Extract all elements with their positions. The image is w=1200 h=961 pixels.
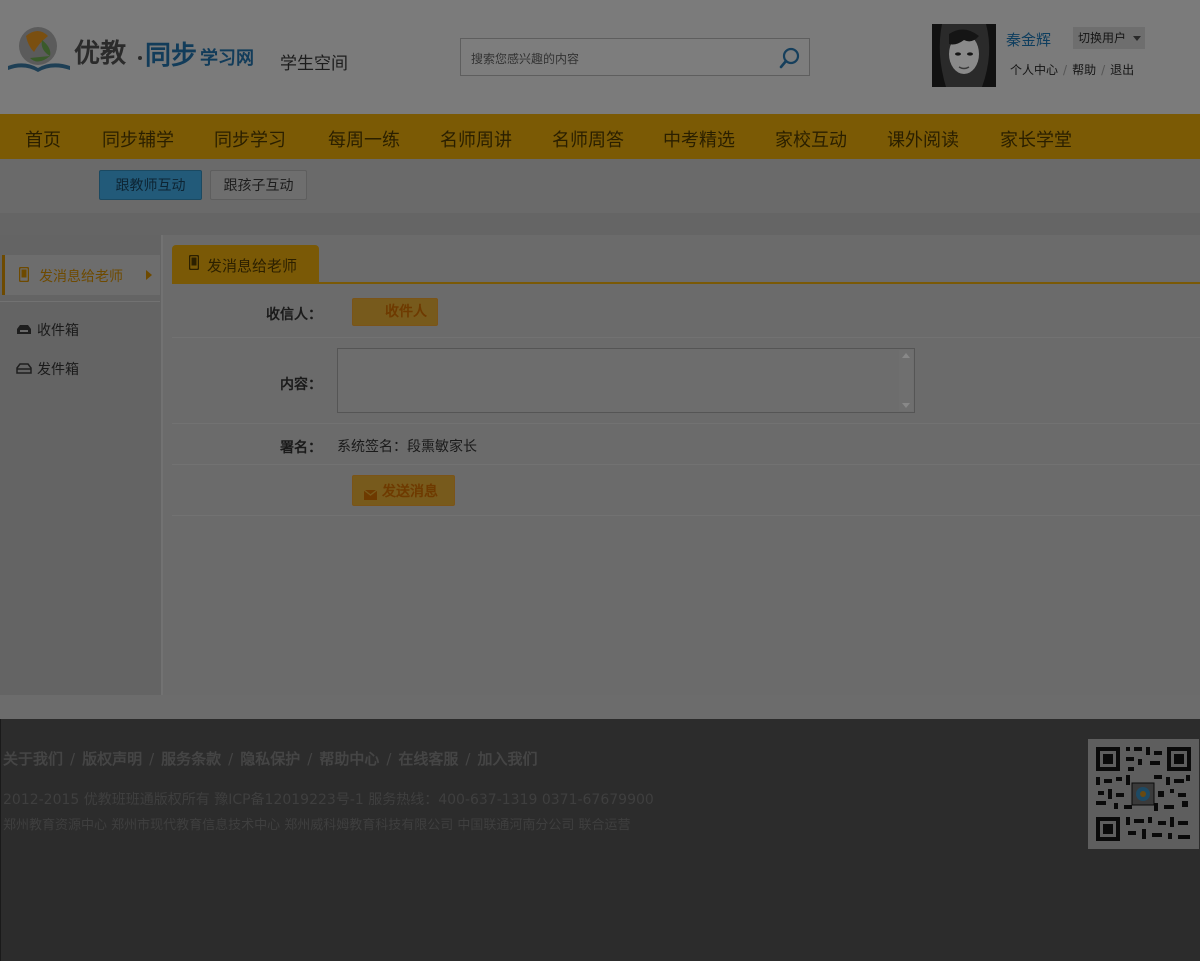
svg-text:同步: 同步: [145, 40, 197, 71]
footer-link-privacy[interactable]: 隐私保护: [240, 750, 300, 768]
sidebar-item-label: 发件箱: [37, 362, 79, 378]
sidebar-item-send-to-teacher[interactable]: 发消息给老师: [2, 255, 160, 295]
switch-user-dropdown[interactable]: 切换用户: [1073, 27, 1145, 49]
sidebar-divider: [0, 301, 160, 302]
switch-user-label: 切换用户: [1078, 31, 1127, 45]
footer-link-help[interactable]: 帮助中心: [319, 750, 379, 768]
main-nav: 首页 同步辅学 同步学习 每周一练 名师周讲 名师周答 中考精选 家校互动 课外…: [0, 114, 1200, 159]
footer-link-terms[interactable]: 服务条款: [161, 750, 221, 768]
footer-link-copyright[interactable]: 版权声明: [82, 750, 142, 768]
signature-label: 署名：: [280, 440, 322, 456]
scroll-down-icon[interactable]: [902, 403, 910, 408]
content-textarea[interactable]: [340, 351, 900, 413]
subnav-child-interaction[interactable]: 跟孩子互动: [210, 170, 307, 200]
form-divider: [172, 423, 1200, 424]
envelope-icon: [363, 485, 378, 504]
nav-item-teacher-lectures[interactable]: 名师周讲: [440, 126, 512, 152]
recipient-label: 收信人：: [266, 307, 322, 323]
footer-operators: 郑州教育资源中心 郑州市现代教育信息技术中心 郑州威科姆教育科技有限公司 中国联…: [3, 818, 631, 833]
subnav-teacher-interaction[interactable]: 跟教师互动: [99, 170, 202, 200]
chevron-right-icon: [146, 270, 152, 280]
textarea-scrollbar[interactable]: [899, 350, 913, 411]
divider-strip: [0, 213, 1200, 235]
form-divider: [172, 464, 1200, 465]
user-name-link[interactable]: 秦金辉: [1006, 29, 1051, 50]
footer-link-support[interactable]: 在线客服: [398, 750, 458, 768]
footer-copyright: 2012-2015 优教班班通版权所有 豫ICP备12019223号-1 服务热…: [3, 792, 654, 808]
site-section-label: 学生空间: [280, 54, 348, 74]
nav-item-exam-selection[interactable]: 中考精选: [663, 126, 735, 152]
tab-label: 发消息给老师: [207, 257, 298, 275]
footer-link-about[interactable]: 关于我们: [3, 750, 63, 768]
content-label: 内容：: [280, 377, 322, 393]
footer-links: 关于我们 / 版权声明 / 服务条款 / 隐私保护 / 帮助中心 / 在线客服 / 加入我们: [3, 750, 538, 768]
form-divider: [172, 337, 1200, 338]
sidebar-item-label: 发消息给老师: [39, 269, 123, 285]
search-icon[interactable]: [777, 45, 803, 71]
nav-item-sync-study[interactable]: 同步学习: [214, 126, 286, 152]
sidebar-item-label: 收件箱: [37, 323, 79, 339]
svg-text:学习网: 学习网: [200, 47, 254, 69]
header: 优教 同步 学习网 学生空间 秦金辉 切换用户: [0, 0, 1200, 114]
nav-item-teacher-answers[interactable]: 名师周答: [552, 126, 624, 152]
message-panel: 发消息给老师 收信人： 收件人 内容： 署名： 系统签名：段熏敏家长 发送消息: [163, 235, 1200, 695]
nav-item-weekly-practice[interactable]: 每周一练: [328, 126, 400, 152]
nav-item-sync-tutoring[interactable]: 同步辅学: [102, 126, 174, 152]
site-logo[interactable]: 优教 同步 学习网: [4, 22, 279, 78]
search-box: [460, 38, 810, 76]
help-link[interactable]: 帮助: [1072, 63, 1096, 77]
logout-link[interactable]: 退出: [1110, 63, 1134, 77]
nav-item-extra-reading[interactable]: 课外阅读: [887, 126, 959, 152]
chevron-down-icon: [1133, 36, 1141, 41]
search-input[interactable]: [469, 48, 773, 70]
footer-link-join[interactable]: 加入我们: [477, 750, 537, 768]
nav-item-home[interactable]: 首页: [25, 126, 61, 152]
nav-item-parent-school[interactable]: 家长学堂: [1000, 126, 1072, 152]
user-avatar[interactable]: [932, 24, 996, 87]
tab-send-to-teacher[interactable]: 发消息给老师: [172, 245, 319, 282]
svg-text:优教: 优教: [74, 39, 126, 69]
sub-nav: 跟教师互动 跟孩子互动: [0, 159, 1200, 213]
sidebar: 发消息给老师 收件箱 发件箱: [0, 235, 163, 695]
content-footer-gap: [0, 695, 1200, 719]
send-message-button[interactable]: 发送消息: [352, 475, 455, 506]
signature-value: 系统签名：段熏敏家长: [337, 439, 477, 455]
select-recipient-button[interactable]: 收件人: [352, 298, 438, 326]
personal-center-link[interactable]: 个人中心: [1010, 63, 1058, 77]
user-links: 个人中心 / 帮助 / 退出: [1010, 63, 1135, 77]
qr-code: [1088, 739, 1199, 849]
outbox-icon: [16, 362, 32, 378]
send-button-label: 发送消息: [382, 484, 438, 500]
scroll-up-icon[interactable]: [902, 353, 910, 358]
content-box: [337, 348, 915, 413]
phone-icon: [18, 266, 30, 286]
phone-icon: [188, 254, 200, 274]
footer: 关于我们 / 版权声明 / 服务条款 / 隐私保护 / 帮助中心 / 在线客服 / 加入我们 2012-…: [0, 719, 1200, 961]
inbox-icon: [16, 323, 32, 339]
tab-underline: [172, 282, 1200, 284]
nav-item-home-school[interactable]: 家校互动: [775, 126, 847, 152]
form-divider: [172, 515, 1200, 516]
